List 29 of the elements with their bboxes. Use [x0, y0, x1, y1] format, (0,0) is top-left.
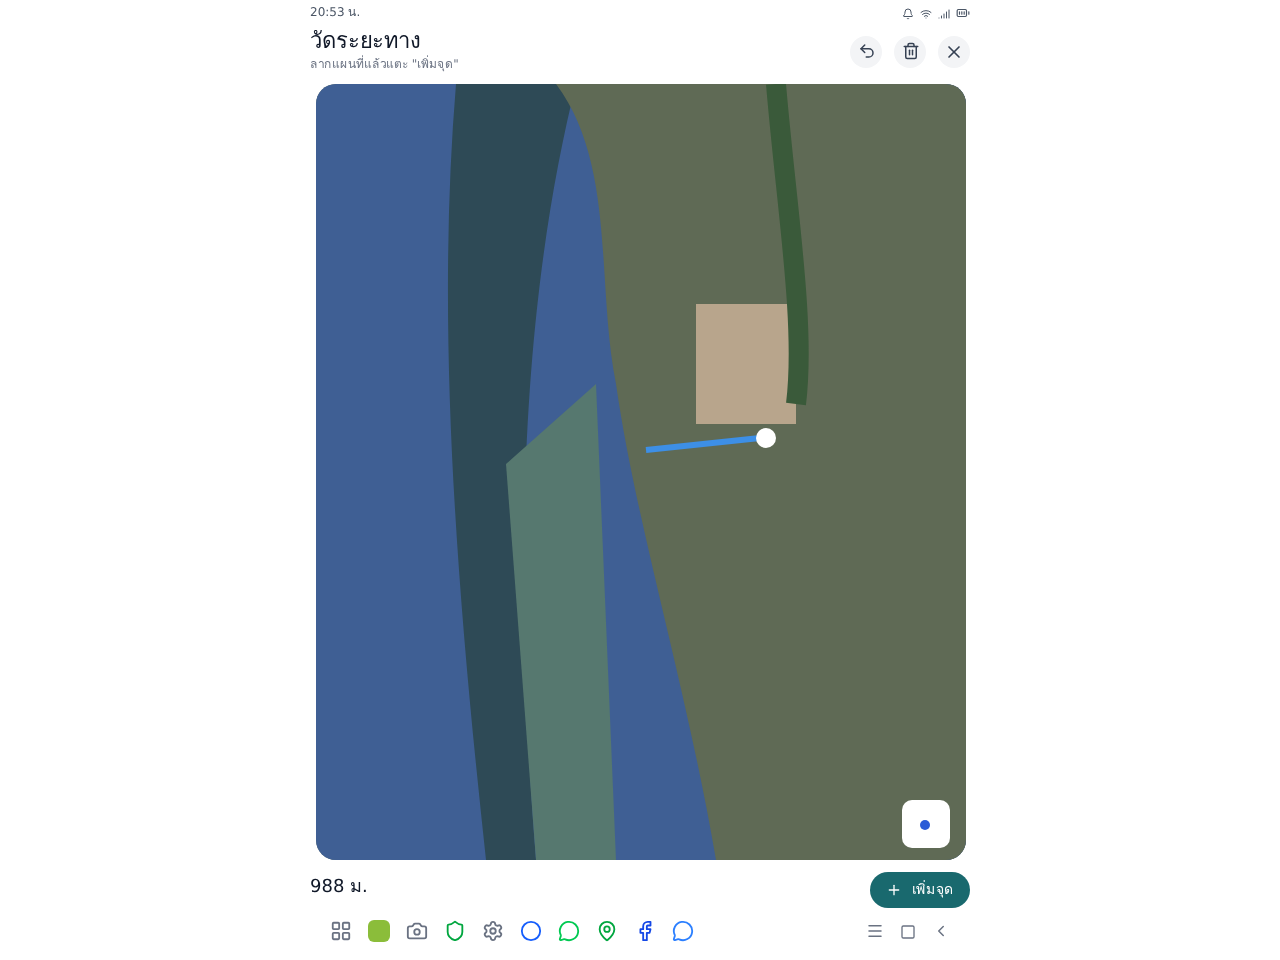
signal-icon: [938, 7, 950, 19]
facebook-icon[interactable]: [634, 920, 656, 942]
undo-button[interactable]: [850, 35, 882, 67]
menu-icon[interactable]: [866, 922, 884, 940]
back-icon[interactable]: [932, 922, 950, 940]
trash-icon: [901, 42, 919, 60]
route-line: [644, 435, 760, 453]
delete-button[interactable]: [894, 35, 926, 67]
plus-icon: [886, 882, 902, 898]
close-icon: [944, 41, 964, 61]
settings-icon[interactable]: [482, 920, 504, 942]
notification-icon: [902, 7, 914, 19]
map-pin-icon[interactable]: [596, 920, 618, 942]
route-point[interactable]: [755, 428, 775, 448]
shield-icon[interactable]: [444, 920, 466, 942]
circle-app-icon[interactable]: [520, 920, 542, 942]
page-title: วัดระยะทาง: [310, 28, 422, 55]
close-button[interactable]: [938, 35, 970, 67]
battery-icon: [956, 6, 970, 20]
sand-field-shape: [695, 304, 795, 424]
home-icon[interactable]: [900, 923, 916, 939]
wifi-icon: [920, 7, 932, 19]
undo-icon: [857, 42, 875, 60]
camera-icon[interactable]: [406, 920, 428, 942]
my-location-button[interactable]: [901, 800, 949, 848]
distance-reading: 988 ม.: [310, 876, 368, 903]
messenger-icon[interactable]: [672, 920, 694, 942]
app-grid-icon[interactable]: [330, 920, 352, 942]
satellite-map[interactable]: [315, 84, 965, 860]
